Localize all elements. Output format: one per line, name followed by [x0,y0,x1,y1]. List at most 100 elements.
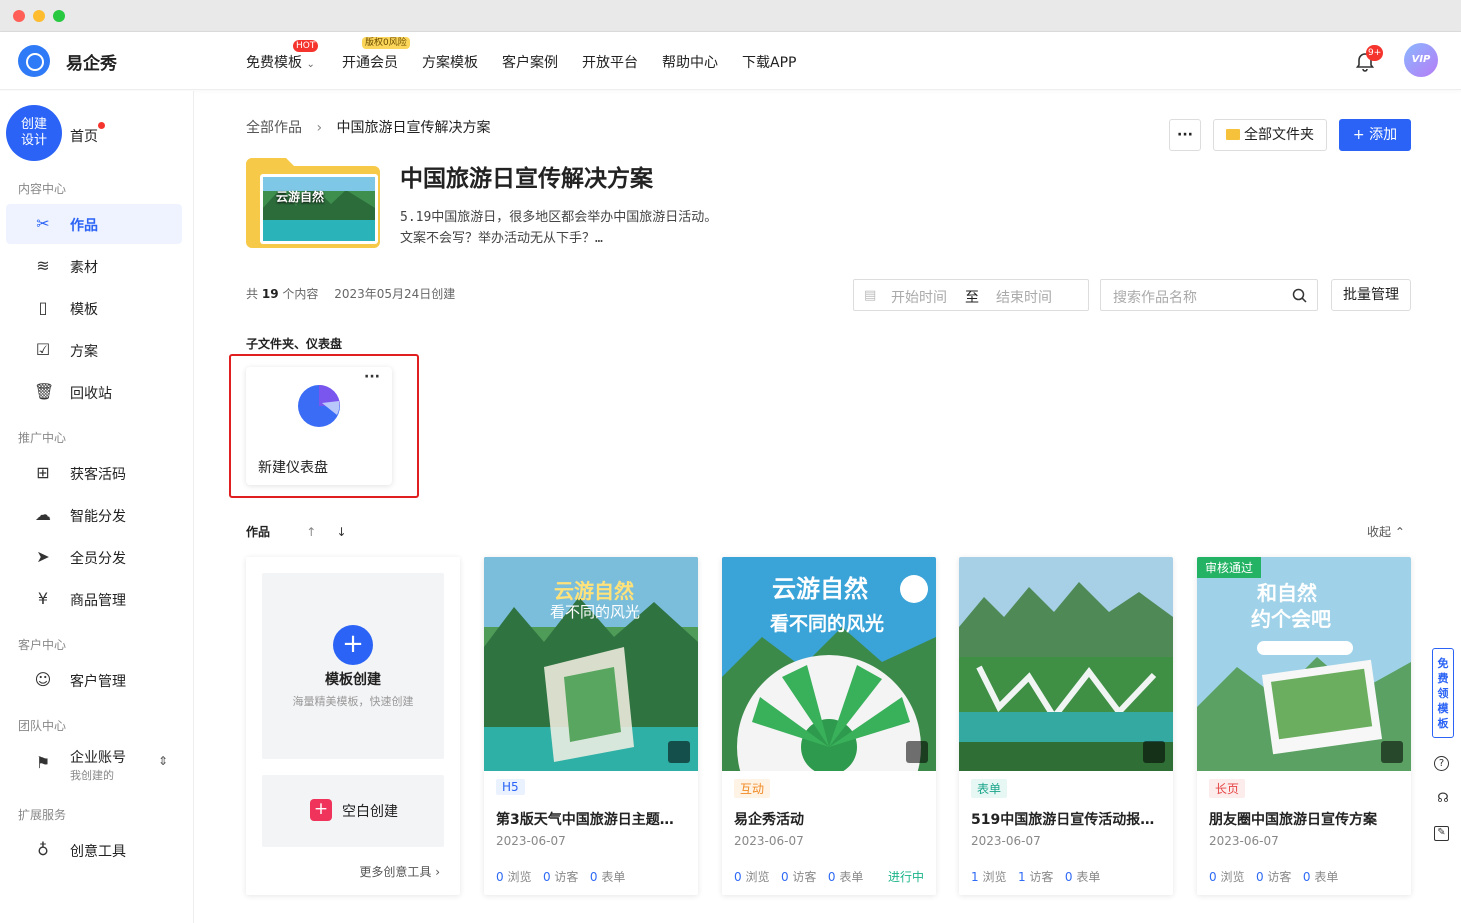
end-date-field[interactable]: 结束时间 [996,287,1052,307]
sidebar-item-template[interactable]: ▯ 模板 [6,288,182,328]
folder-icon [1226,129,1240,140]
search-icon[interactable] [1292,288,1307,303]
sidebar-item-customer[interactable]: ☺ 客户管理 [6,660,182,700]
work-title[interactable]: 第3版天气中国旅游日主题… [496,809,688,829]
works-icon: ✂ [36,214,50,233]
collapse-button[interactable]: 收起 ⌃ [1367,523,1405,540]
sort-desc-icon[interactable]: ↓ [336,525,346,539]
nav-customer-cases[interactable]: 客户案例 [502,52,558,72]
qrcode-icon[interactable] [1143,741,1165,763]
plus-icon: + [333,625,373,665]
qrcode-icon[interactable] [906,741,928,763]
bulb-icon: ♁ [37,840,49,859]
free-template-float-button[interactable]: 免费领模板 [1432,648,1454,738]
sidebar-item-recycle[interactable]: 🗑 回收站 [6,372,182,412]
sidebar-item-home[interactable]: 首页 [70,126,98,146]
subfolders-heading: 子文件夹、仪表盘 [246,337,343,351]
created-date: 2023年05月24日创建 [334,287,456,301]
customer-service-icon[interactable]: ☊ [1434,790,1452,808]
section-content: 内容中心 [18,182,67,196]
goods-icon: ¥ [37,589,49,608]
qrcode-icon[interactable] [668,741,690,763]
user-avatar[interactable]: VIP [1404,43,1438,77]
nav-help-center[interactable]: 帮助中心 [662,52,718,72]
new-dashboard-card[interactable]: ··· 新建仪表盘 [246,367,392,485]
work-card[interactable]: 云游自然 看不同的风光 互动 易企秀活动 2023-06-07 0 浏览 0 访… [722,557,936,895]
sort-asc-icon[interactable]: ↑ [306,525,316,539]
type-tag: 长页 [1209,779,1246,798]
trash-icon: 🗑 [34,382,55,401]
smart-distribute-icon: ☁ [35,505,51,524]
top-header: 易企秀 免费模板 ⌄ HOT 开通会员 版权0风险 方案模板 客户案例 开放平台… [0,32,1461,90]
work-thumbnail: 和自然 约个会吧 审核通过 [1197,557,1411,771]
calendar-icon: ▤ [864,288,877,303]
work-title[interactable]: 易企秀活动 [734,809,926,829]
type-tag: 互动 [734,779,771,798]
section-team: 团队中心 [18,719,67,733]
work-card[interactable]: 云游自然 看不同的风光 H5 第3版天气中国旅游日主题… 2023-06-07 … [484,557,698,895]
breadcrumb: 全部作品 › 中国旅游日宣传解决方案 [246,117,491,137]
sidebar: 创建 设计 首页 内容中心 ✂ 作品 ≋ 素材 ▯ 模板 ☑ 方案 🗑 回收站 推… [0,91,194,923]
sidebar-item-material[interactable]: ≋ 素材 [6,246,182,286]
flag-icon: ⚑ [35,753,51,772]
sidebar-item-smart[interactable]: ☁ 智能分发 [6,495,182,535]
sidebar-item-staff[interactable]: ➤ 全员分发 [6,537,182,577]
more-actions-button[interactable]: ··· [1169,119,1201,151]
work-date: 2023-06-07 [971,834,1041,848]
sidebar-item-qrcode[interactable]: ⊞ 获客活码 [6,453,182,493]
folder-thumb-text: 云游自然 [276,190,325,204]
sidebar-item-plan[interactable]: ☑ 方案 [6,330,182,370]
nav-open-membership[interactable]: 开通会员 [342,52,398,72]
folder-meta: 共 19 个内容 2023年05月24日创建 [246,287,456,301]
nav-download-app[interactable]: 下载APP [742,52,796,72]
hot-badge: HOT [293,40,319,52]
create-design-button[interactable]: 创建 设计 [6,105,62,161]
work-card[interactable]: 表单 519中国旅游日宣传活动报… 2023-06-07 1 浏览 1 访客 0… [959,557,1173,895]
work-thumbnail: 云游自然 看不同的风光 [484,557,698,771]
window-titlebar [0,0,1461,32]
blank-create-box[interactable]: + 空白创建 [262,775,444,847]
folder-description: 5.19中国旅游日，很多地区都会举办中国旅游日活动。 文案不会写？举办活动无从下… [400,210,718,246]
work-title[interactable]: 朋友圈中国旅游日宣传方案 [1209,809,1401,829]
contact-icon: ☺ [34,670,52,689]
close-window-button[interactable] [13,10,25,22]
feedback-icon[interactable]: ✎ [1434,826,1449,841]
work-stats: 0 浏览 0 访客 0 表单 [1209,870,1339,884]
sidebar-item-tools[interactable]: ♁ 创意工具 [6,830,182,870]
sidebar-item-account[interactable]: ⚑ 企业账号 我创建的 ⇕ [6,741,182,787]
home-unread-dot [98,122,105,129]
add-button[interactable]: + 添加 [1339,119,1411,151]
breadcrumb-root[interactable]: 全部作品 [246,120,302,136]
start-date-field[interactable]: 开始时间 [891,287,947,307]
copyright-badge: 版权0风险 [362,37,410,49]
work-title[interactable]: 519中国旅游日宣传活动报… [971,809,1163,829]
search-input[interactable]: 搜索作品名称 [1100,279,1318,311]
section-promo: 推广中心 [18,431,67,445]
sidebar-item-goods[interactable]: ¥ 商品管理 [6,579,182,619]
more-tools-link[interactable]: 更多创意工具 › [359,863,440,880]
date-range-picker[interactable]: ▤ 开始时间 至 结束时间 [853,279,1089,311]
layers-icon: ≋ [36,256,50,275]
template-create-box[interactable]: + 模板创建 海量精美模板，快速创建 [262,573,444,759]
work-card[interactable]: 和自然 约个会吧 审核通过 长页 朋友圈中国旅游日宣传方案 2023-06-07… [1197,557,1411,895]
chevron-right-icon: › [316,120,323,136]
help-icon[interactable]: ? [1434,756,1449,771]
nav-open-platform[interactable]: 开放平台 [582,52,638,72]
work-stats: 0 浏览 0 访客 0 表单 进行中 [734,870,924,884]
expand-toggle-icon[interactable]: ⇕ [158,754,168,768]
card-more-icon[interactable]: ··· [364,369,380,385]
app-name[interactable]: 易企秀 [66,49,117,74]
work-date: 2023-06-07 [734,834,804,848]
batch-manage-button[interactable]: 批量管理 [1331,279,1411,311]
nav-free-templates[interactable]: 免费模板 ⌄ [246,52,315,72]
nav-plan-templates[interactable]: 方案模板 [422,52,478,72]
sidebar-item-works[interactable]: ✂ 作品 [6,204,182,244]
app-logo-icon[interactable] [18,45,50,77]
app-window: 易企秀 免费模板 ⌄ HOT 开通会员 版权0风险 方案模板 客户案例 开放平台… [0,0,1461,923]
qrcode-icon[interactable] [1381,741,1403,763]
minimize-window-button[interactable] [33,10,45,22]
qrcode-icon: ⊞ [36,463,50,482]
section-ext: 扩展服务 [18,808,67,822]
all-folders-button[interactable]: 全部文件夹 [1213,119,1327,151]
maximize-window-button[interactable] [53,10,65,22]
